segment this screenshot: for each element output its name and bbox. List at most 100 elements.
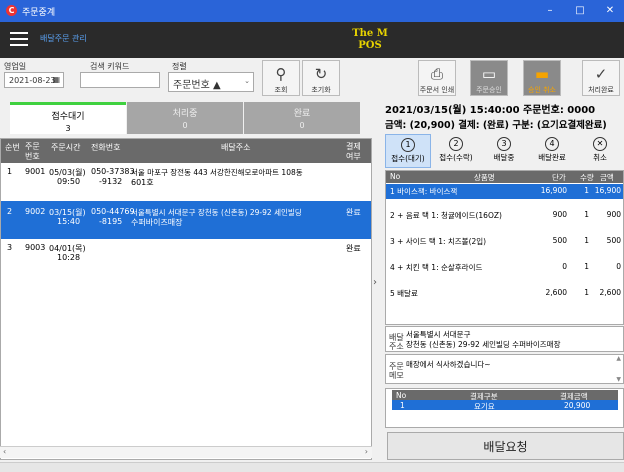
date-label: 영업일 [4, 62, 27, 71]
app-header: 배달주문 관리 The M POS [0, 22, 624, 58]
row-phone-1: 050-44769 [91, 207, 135, 216]
order-summary-line: 금액: (20,900) 결제: (완료) 구분: (요기요결제완료) [385, 120, 607, 131]
item-name: 2 + 음료 택 1: 청귤에이드(16OZ) [390, 211, 502, 220]
table-row[interactable]: 2 9002 03/15(월) 15:40 050-44769 -8195 서울… [1, 201, 371, 239]
address-label-1: 배달 [389, 333, 404, 342]
step-delivered[interactable]: 4 배달완료 [529, 134, 575, 168]
print-order-button[interactable]: ⎙ 주문서 인쇄 [418, 60, 456, 96]
calendar-icon[interactable]: ▦ [52, 75, 60, 84]
close-button[interactable]: ✕ [600, 3, 620, 19]
item-name: 3 + 사이드 택 1: 치즈볼(2입) [390, 237, 487, 246]
sort-select[interactable]: 주문번호 ▲ ⌄ [168, 72, 254, 92]
page-subtitle: 배달주문 관리 [40, 34, 87, 43]
step-cancel[interactable]: ✕ 취소 [577, 134, 623, 168]
maximize-button[interactable]: □ [570, 3, 590, 19]
item-qty: 1 [584, 236, 589, 245]
order-memo-box: 주문 메모 매장에서 식사하겠습니다~ ▲ ▼ [385, 354, 624, 384]
row-addr-1: 서울 마포구 장전동 443 서강한진해모로아파트 108동 [131, 168, 303, 177]
table-row[interactable]: 5 배달료 2,600 1 2,600 [386, 286, 623, 301]
window-title: 주문중계 [22, 8, 56, 18]
row-addr-2: 수퍼바이즈매장 [131, 218, 183, 227]
col-no-2: 번호 [25, 152, 40, 161]
order-items-table: No 상품명 단가 수량 금액 1 바이스잭: 바이스잭 16,900 1 16… [385, 170, 624, 325]
reset-button[interactable]: ↻ 초기화 [302, 60, 340, 96]
refresh-icon: ↻ [314, 65, 328, 83]
card-icon: ▬ [534, 65, 550, 83]
table-row[interactable]: 3 + 사이드 택 1: 치즈볼(2입) 500 1 500 [386, 234, 623, 249]
step-delivering[interactable]: 3 배달중 [481, 134, 527, 168]
item-amount: 16,900 [594, 186, 621, 195]
menu-icon[interactable] [10, 32, 28, 46]
pay-amount: 20,900 [564, 401, 591, 410]
scroll-left-icon[interactable]: ‹ [3, 447, 6, 456]
row-time: 10:28 [57, 253, 81, 262]
pay-type: 요기요 [474, 402, 495, 411]
brand-line-1: The M [352, 28, 388, 39]
tab-waiting-label: 접수대기 [51, 112, 85, 122]
table-row[interactable]: 2 + 음료 택 1: 청귤에이드(16OZ) 900 1 900 [386, 208, 623, 223]
step-accepted-label: 접수(수락) [439, 153, 473, 162]
tab-done[interactable]: 완료 0 [244, 102, 360, 134]
step-delivering-label: 배달중 [493, 153, 515, 162]
row-seq: 3 [7, 243, 13, 252]
step-delivered-icon: 4 [545, 137, 559, 151]
scroll-right-icon[interactable]: › [365, 447, 368, 456]
step-accepted-icon: 2 [449, 137, 463, 151]
row-addr-2: 601호 [131, 178, 154, 187]
item-qty: 1 [584, 262, 589, 271]
memo-text: 매장에서 식사하겠습니다~ [406, 360, 491, 369]
search-button[interactable]: ⚲ 조회 [262, 60, 300, 96]
horizontal-scrollbar[interactable]: ‹ › [0, 446, 372, 458]
memo-label-1: 주문 [389, 362, 404, 371]
step-delivered-label: 배달완료 [538, 153, 566, 162]
col-time: 주문시간 [51, 143, 81, 152]
toolbar: 영업일 2021-08-23 ▦ 검색 키워드 정렬 주문번호 ▲ ⌄ ⚲ 조회… [0, 58, 624, 98]
row-no: 9003 [25, 243, 46, 252]
step-waiting[interactable]: 1 접수(대기) [385, 134, 431, 168]
items-col-name: 상품명 [474, 173, 495, 182]
brand-logo: The M POS [340, 28, 400, 52]
chevron-down-icon: ⌄ [244, 77, 250, 85]
tab-processing[interactable]: 처리중 0 [127, 102, 243, 134]
complete-button[interactable]: ✓ 처리완료 [582, 60, 620, 96]
payment-table: No 결제구분 결제금액 1 요기요 20,900 [385, 388, 624, 428]
address-line-2: 장천동 (신촌동) 29-92 세인빌딩 수퍼바이즈매장 [406, 340, 561, 349]
payment-header: No 결제구분 결제금액 [392, 390, 618, 401]
row-seq: 1 [7, 167, 13, 176]
complete-button-label: 처리완료 [588, 86, 614, 94]
table-row[interactable]: 1 9001 05/03(월) 09:50 050-37383 -9132 서울… [1, 165, 371, 205]
row-paid: 완료 [346, 208, 361, 217]
panel-collapse-icon[interactable]: › [373, 277, 377, 288]
cancel-accept-button[interactable]: ▬ 승인 취소 [523, 60, 561, 96]
date-field[interactable]: 2021-08-23 ▦ [4, 72, 64, 88]
table-row[interactable]: 3 9003 04/01(목) 10:28 완료 [1, 241, 371, 269]
row-phone-2: -9132 [99, 177, 123, 186]
brand-line-2: POS [358, 40, 382, 51]
item-price: 500 [552, 236, 567, 245]
accept-order-label: 주문승인 [476, 86, 502, 94]
accept-order-button[interactable]: ▭ 주문승인 [470, 60, 508, 96]
pay-col-no: No [396, 391, 407, 400]
delivery-request-button[interactable]: 배달요청 [387, 432, 624, 460]
item-name: 4 + 치킨 택 1: 순살후라이드 [390, 263, 483, 272]
keyword-input[interactable] [80, 72, 160, 88]
scroll-up-icon[interactable]: ▲ [616, 355, 621, 362]
table-row[interactable]: 4 + 치킨 택 1: 순살후라이드 0 1 0 [386, 260, 623, 275]
delivery-address-box: 배달 주소 서울특별시 서대문구 장천동 (신촌동) 29-92 세인빌딩 수퍼… [385, 326, 624, 352]
tab-waiting[interactable]: 접수대기 3 [10, 102, 126, 134]
scroll-down-icon[interactable]: ▼ [616, 376, 621, 383]
item-qty: 1 [584, 288, 589, 297]
order-status-steps: 1 접수(대기) 2 접수(수락) 3 배달중 4 배달완료 ✕ 취소 [385, 134, 624, 168]
col-paid-2: 여부 [346, 152, 361, 161]
row-seq: 2 [7, 207, 13, 216]
memo-label-2: 메모 [389, 371, 404, 380]
item-price: 0 [562, 262, 567, 271]
minimize-button[interactable]: – [540, 3, 560, 19]
table-row[interactable]: 1 요기요 20,900 [392, 400, 618, 411]
order-detail-panel: 2021/03/15(월) 15:40:00 주문번호: 0000 금액: (2… [385, 98, 624, 472]
tab-processing-count: 0 [182, 121, 188, 130]
step-accepted[interactable]: 2 접수(수락) [433, 134, 479, 168]
table-row[interactable]: 1 바이스잭: 바이스잭 16,900 1 16,900 [386, 184, 623, 199]
step-cancel-label: 취소 [593, 153, 607, 162]
items-header: No 상품명 단가 수량 금액 [386, 171, 623, 183]
